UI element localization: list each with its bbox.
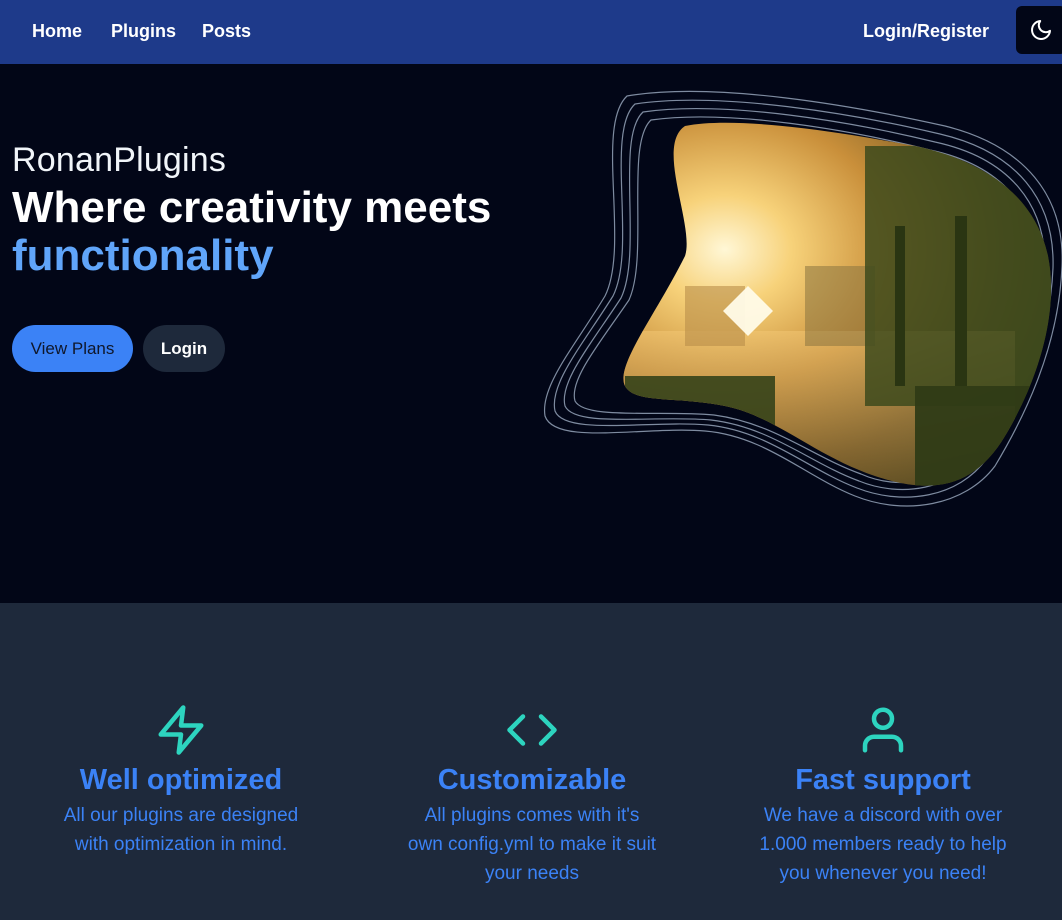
hero-section: RonanPlugins Where creativity meets func… [0,64,1062,603]
brand-name: RonanPlugins [12,141,227,179]
feature-customizable: Customizable All plugins comes with it's… [402,703,662,888]
user-icon [862,707,904,753]
moon-icon [1031,20,1051,40]
nav-plugins-link[interactable]: Plugins [111,20,176,42]
theme-toggle-button[interactable] [1016,6,1062,54]
feature-title: Well optimized [79,764,283,796]
nav-home-link[interactable]: Home [32,20,82,42]
lightning-icon [158,705,204,755]
hero-image [543,90,1062,507]
feature-description: We have a discord with over 1.000 member… [759,805,1007,884]
feature-well-optimized: Well optimized All our plugins are desig… [51,703,311,859]
login-button[interactable]: Login [143,325,225,372]
feature-title: Fast support [795,764,971,796]
feature-description: All plugins comes with it's own config.y… [407,805,657,884]
feature-description: All our plugins are designed with optimi… [63,805,299,855]
features-section: Well optimized All our plugins are desig… [0,603,1062,920]
feature-title: Customizable [437,764,627,796]
nav-posts-link[interactable]: Posts [202,20,251,42]
code-icon [507,714,557,746]
view-plans-button[interactable]: View Plans [12,325,133,372]
navbar: Home Plugins Posts Login/Register [0,0,1062,64]
login-register-link[interactable]: Login/Register [863,20,989,42]
feature-fast-support: Fast support We have a discord with over… [753,703,1013,888]
hero-headline: Where creativity meets [12,183,492,232]
hero-headline-accent: functionality [12,231,274,280]
